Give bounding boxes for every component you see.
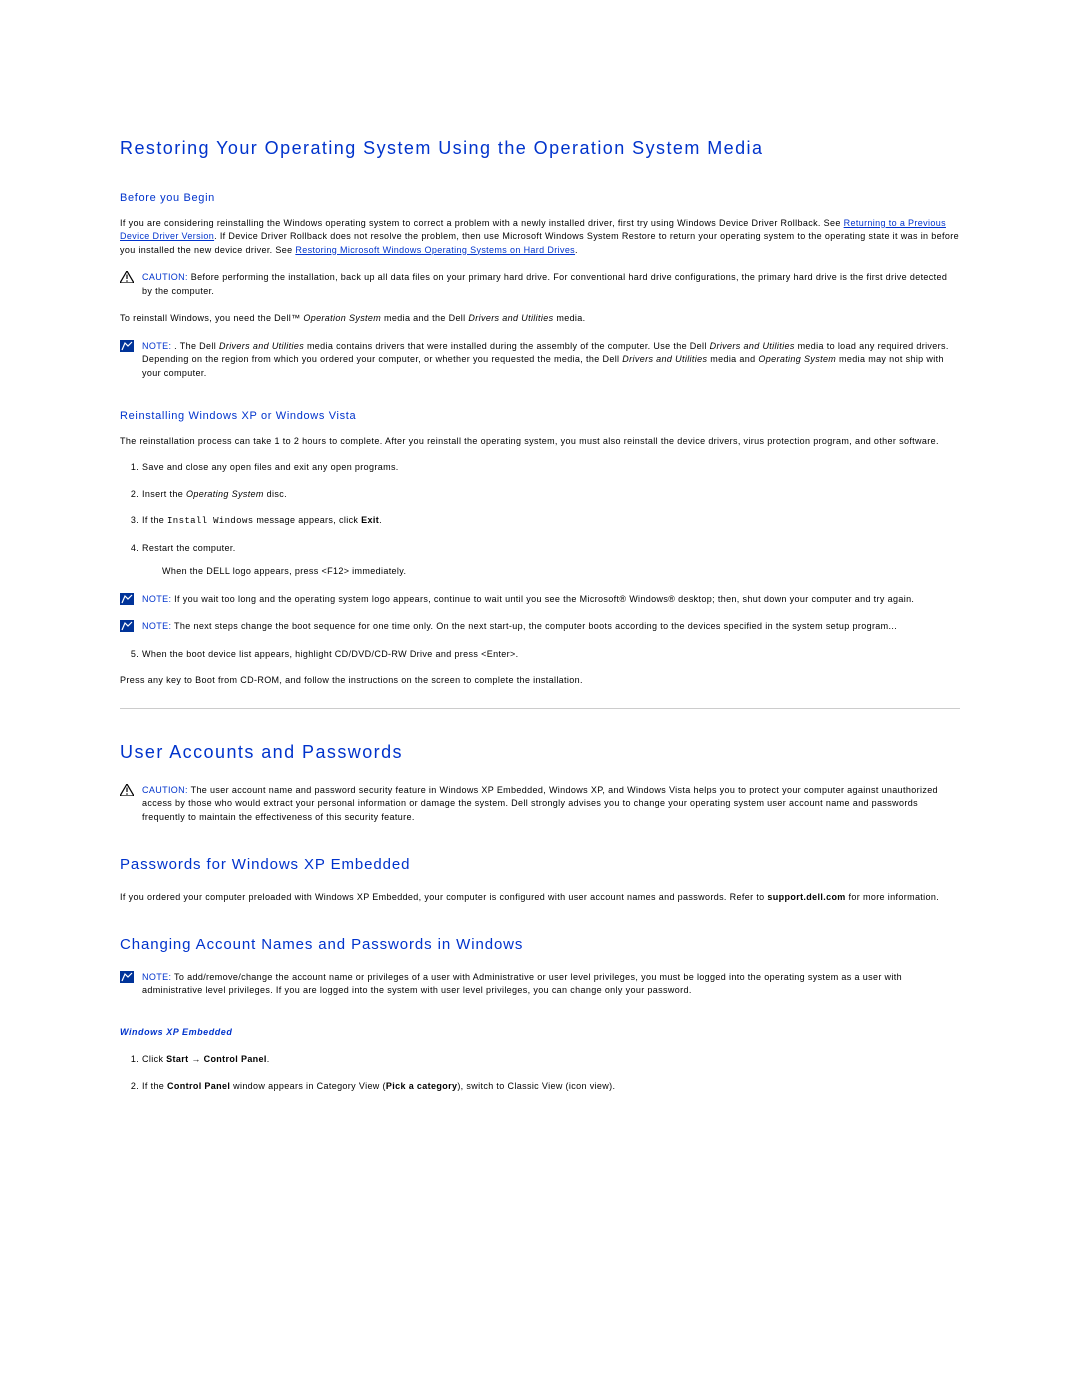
text: ), switch to Classic View (icon view). <box>457 1081 615 1091</box>
xpe-step-1: Click Start → Control Panel. <box>142 1053 960 1067</box>
xpe-steps: Click Start → Control Panel. If the Cont… <box>142 1053 960 1093</box>
reinstall-steps-cont: When the boot device list appears, highl… <box>142 648 960 662</box>
text: → <box>188 1054 203 1064</box>
note-drivers-utilities: NOTE: . The Dell Drivers and Utilities m… <box>120 340 960 381</box>
text: Drivers and Utilities <box>219 341 304 351</box>
subheading-reinstalling: Reinstalling Windows XP or Windows Vista <box>120 408 960 425</box>
text: . The Dell <box>171 341 219 351</box>
xpe-step-2: If the Control Panel window appears in C… <box>142 1080 960 1094</box>
text: Exit <box>361 515 379 525</box>
note-text: To add/remove/change the account name or… <box>142 972 902 996</box>
text: Operating System <box>758 354 836 364</box>
text: Click <box>142 1054 166 1064</box>
text: If the <box>142 1081 167 1091</box>
text: Drivers and Utilities <box>468 313 553 323</box>
text: media. <box>553 313 585 323</box>
note-label: NOTE: <box>142 972 171 982</box>
note-text: The next steps change the boot sequence … <box>171 621 897 631</box>
text: Control Panel <box>167 1081 230 1091</box>
caution-icon <box>120 784 134 796</box>
text: message appears, click <box>253 515 361 525</box>
text: . <box>267 1054 270 1064</box>
step-2: Insert the Operating System disc. <box>142 488 960 502</box>
note-privileges: NOTE: To add/remove/change the account n… <box>120 971 960 998</box>
text: . <box>575 245 578 255</box>
step-1: Save and close any open files and exit a… <box>142 461 960 475</box>
text: disc. <box>264 489 287 499</box>
note-icon <box>120 593 134 605</box>
text: Operation System <box>303 313 381 323</box>
note-icon <box>120 340 134 352</box>
note-label: NOTE: <box>142 594 171 604</box>
text: media and <box>707 354 758 364</box>
step-3: If the Install Windows message appears, … <box>142 514 960 529</box>
note-boot-sequence: NOTE: The next steps change the boot seq… <box>120 620 960 634</box>
heading-passwords-xpe: Passwords for Windows XP Embedded <box>120 854 960 877</box>
subheading-before-begin: Before you Begin <box>120 190 960 207</box>
paragraph-reinstall-media: To reinstall Windows, you need the Dell™… <box>120 312 960 326</box>
text: Restart the computer. <box>142 543 236 553</box>
text: Drivers and Utilities <box>622 354 707 364</box>
note-wait-too-long: NOTE: If you wait too long and the opera… <box>120 593 960 607</box>
note-text: If you wait too long and the operating s… <box>171 594 914 604</box>
paragraph-before-begin: If you are considering reinstalling the … <box>120 217 960 258</box>
text: Operating System <box>186 489 264 499</box>
text: window appears in Category View ( <box>230 1081 386 1091</box>
paragraph-xpe: If you ordered your computer preloaded w… <box>120 891 960 905</box>
text: Drivers and Utilities <box>710 341 795 351</box>
caution-icon <box>120 271 134 283</box>
text: media and the Dell <box>381 313 468 323</box>
heading-user-accounts: User Accounts and Passwords <box>120 739 960 766</box>
caution-backup: CAUTION: Before performing the installat… <box>120 271 960 298</box>
paragraph-reinstall-process: The reinstallation process can take 1 to… <box>120 435 960 449</box>
divider <box>120 708 960 709</box>
text: Start <box>166 1054 188 1064</box>
note-icon <box>120 620 134 632</box>
step-4-sub: When the DELL logo appears, press <F12> … <box>162 565 960 579</box>
paragraph-press-any-key: Press any key to Boot from CD-ROM, and f… <box>120 674 960 688</box>
text: Pick a category <box>386 1081 457 1091</box>
note-label: NOTE: <box>142 621 171 631</box>
caution-label: CAUTION: <box>142 785 188 795</box>
text: If you ordered your computer preloaded w… <box>120 892 767 902</box>
caution-text: The user account name and password secur… <box>142 785 938 822</box>
caution-security: CAUTION: The user account name and passw… <box>120 784 960 825</box>
heading-restoring-os: Restoring Your Operating System Using th… <box>120 135 960 162</box>
caution-text: Before performing the installation, back… <box>142 272 947 296</box>
subheading-windows-xpe: Windows XP Embedded <box>120 1026 960 1040</box>
text: If you are considering reinstalling the … <box>120 218 844 228</box>
text: Insert the <box>142 489 186 499</box>
link-restoring-ms[interactable]: Restoring Microsoft Windows Operating Sy… <box>295 245 575 255</box>
reinstall-steps: Save and close any open files and exit a… <box>142 461 960 579</box>
text: media contains drivers that were install… <box>304 341 710 351</box>
text: for more information. <box>846 892 939 902</box>
text: If the <box>142 515 167 525</box>
text: To reinstall Windows, you need the Dell™ <box>120 313 303 323</box>
text: Install Windows <box>167 516 253 526</box>
note-label: NOTE: <box>142 341 171 351</box>
note-icon <box>120 971 134 983</box>
step-4: Restart the computer. When the DELL logo… <box>142 542 960 579</box>
text: support.dell.com <box>767 892 845 902</box>
caution-label: CAUTION: <box>142 272 188 282</box>
text: Control Panel <box>204 1054 267 1064</box>
step-5: When the boot device list appears, highl… <box>142 648 960 662</box>
heading-changing-accounts: Changing Account Names and Passwords in … <box>120 934 960 957</box>
text: . <box>379 515 382 525</box>
